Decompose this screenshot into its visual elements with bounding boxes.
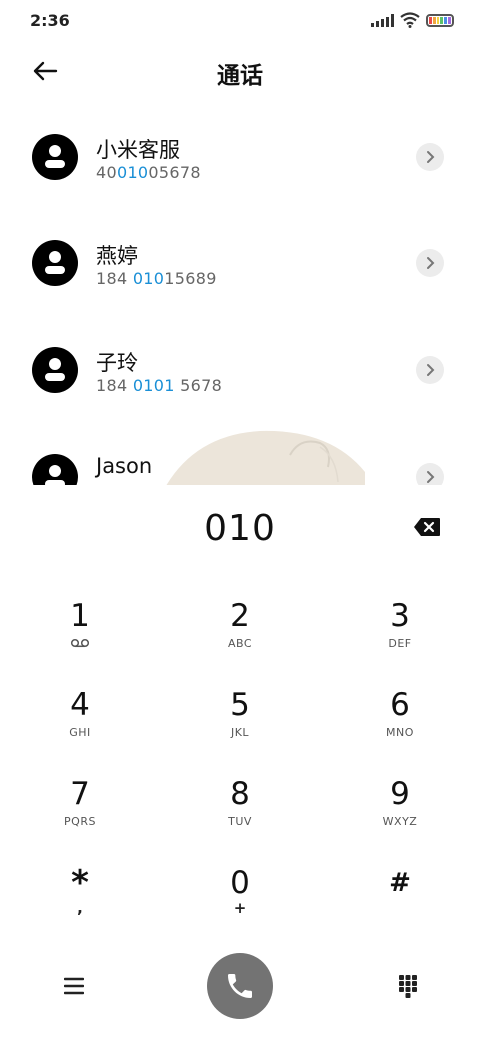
contact-detail-button[interactable] <box>416 463 444 485</box>
key-digit: 0 <box>230 865 250 901</box>
cellular-signal-icon <box>371 13 394 27</box>
status-time: 2:36 <box>30 11 70 30</box>
key-letters: WXYZ <box>382 815 418 828</box>
contact-number: 184 0101 5678 <box>96 376 223 395</box>
contact-name: Jason <box>96 454 153 478</box>
menu-icon <box>64 977 84 995</box>
chevron-right-icon <box>427 151 435 163</box>
backspace-button[interactable] <box>410 514 444 540</box>
contact-row[interactable]: 燕婷 184 01015689 <box>0 211 480 317</box>
dialed-number[interactable]: 010 <box>0 508 480 549</box>
key-digit: 6 <box>390 687 410 723</box>
key-hash[interactable]: # <box>340 865 460 945</box>
key-digit: 1 <box>70 598 90 634</box>
battery-icon <box>426 13 454 27</box>
key-3[interactable]: 3 DEF <box>340 598 460 678</box>
key-digit: 3 <box>390 598 410 634</box>
bottom-bar <box>0 950 480 1025</box>
key-letters: JKL <box>230 726 250 739</box>
key-digit: 8 <box>230 776 250 812</box>
key-letters: GHI <box>69 726 91 739</box>
page-title: 通话 <box>217 63 263 89</box>
status-icons <box>371 12 454 28</box>
match-highlight: 010 <box>132 269 165 288</box>
key-7[interactable]: 7 PQRS <box>20 776 140 856</box>
contact-name: 小米客服 <box>96 138 180 162</box>
backspace-icon <box>414 518 440 536</box>
contact-name: 燕婷 <box>96 244 138 268</box>
avatar <box>32 347 78 393</box>
contact-row[interactable]: 小米客服 4001005678 <box>0 105 480 211</box>
wifi-icon <box>400 12 420 28</box>
key-2[interactable]: 2 ABC <box>180 598 300 678</box>
key-digit: 5 <box>230 687 250 723</box>
key-letters: TUV <box>228 815 252 828</box>
key-digit: * <box>71 863 89 903</box>
key-digit: 4 <box>70 687 90 723</box>
phone-call-icon <box>228 974 252 998</box>
chevron-right-icon <box>427 257 435 269</box>
contact-detail-button[interactable] <box>416 143 444 171</box>
key-digit: 9 <box>390 776 410 812</box>
dial-display: 010 <box>0 500 480 560</box>
key-6[interactable]: 6 MNO <box>340 687 460 767</box>
key-letters: , <box>77 899 83 917</box>
contact-name: 子玲 <box>96 351 138 375</box>
dialpad: 1 2 ABC 3 DEF 4 GHI 5 JKL 6 MNO 7 PQRS 8… <box>0 588 480 944</box>
key-5[interactable]: 5 JKL <box>180 687 300 767</box>
contact-detail-button[interactable] <box>416 356 444 384</box>
key-digit: # <box>389 868 411 898</box>
avatar <box>32 240 78 286</box>
chevron-right-icon <box>427 471 435 483</box>
chevron-right-icon <box>427 364 435 376</box>
contact-number: 184 01015689 <box>96 269 217 288</box>
dialpad-toggle-button[interactable] <box>394 972 422 1000</box>
voicemail-icon <box>70 638 90 648</box>
avatar <box>32 134 78 180</box>
key-letters: + <box>233 899 247 917</box>
key-4[interactable]: 4 GHI <box>20 687 140 767</box>
key-letters: PQRS <box>64 815 96 828</box>
header: 通话 <box>0 46 480 96</box>
contact-row[interactable]: 子玲 184 0101 5678 <box>0 318 480 424</box>
key-0[interactable]: 0 + <box>180 865 300 945</box>
key-letters: ABC <box>227 637 253 650</box>
contact-row[interactable]: Jason <box>0 425 480 485</box>
avatar <box>32 454 78 485</box>
key-8[interactable]: 8 TUV <box>180 776 300 856</box>
menu-button[interactable] <box>60 972 88 1000</box>
match-highlight: 0101 <box>132 376 175 395</box>
key-letters: DEF <box>388 637 412 650</box>
dialpad-icon <box>399 975 417 998</box>
contact-number: 4001005678 <box>96 163 201 182</box>
contact-suggestion-list: 小米客服 4001005678 燕婷 184 01015689 子玲 184 0… <box>0 105 480 485</box>
key-1[interactable]: 1 <box>20 598 140 678</box>
call-button[interactable] <box>207 953 273 1019</box>
key-9[interactable]: 9 WXYZ <box>340 776 460 856</box>
status-bar: 2:36 <box>0 0 480 40</box>
key-digit: 2 <box>230 598 250 634</box>
key-star[interactable]: * , <box>20 865 140 945</box>
contact-detail-button[interactable] <box>416 249 444 277</box>
key-letters: MNO <box>386 726 414 739</box>
key-digit: 7 <box>70 776 90 812</box>
match-highlight: 010 <box>116 163 149 182</box>
